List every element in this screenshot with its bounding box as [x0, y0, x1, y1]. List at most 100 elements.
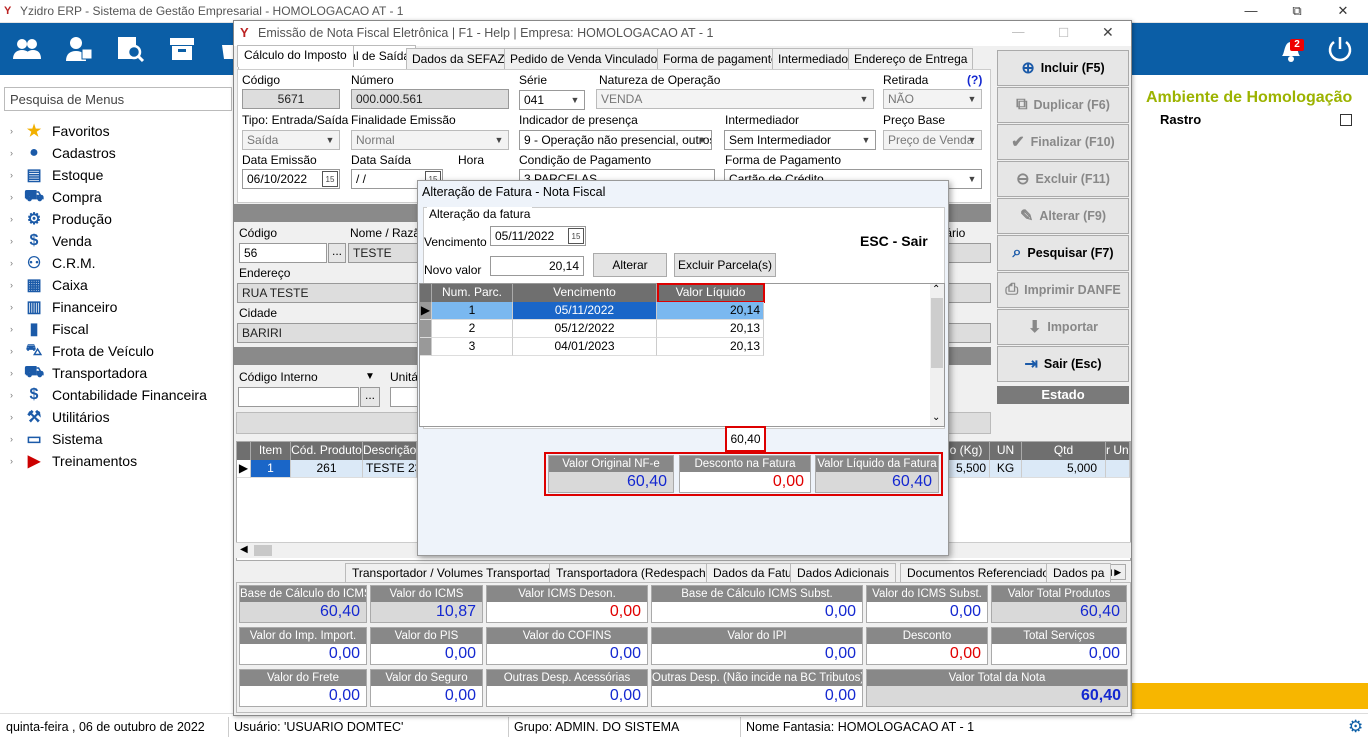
side-button-excluir-f11[interactable]: ⊖ Excluir (F11)	[997, 161, 1129, 197]
scroll-thumb[interactable]	[931, 298, 943, 368]
scroll-down-icon[interactable]: ⌄	[932, 412, 940, 423]
retirada-select[interactable]: NÃO ▼	[883, 89, 982, 109]
qtd-header[interactable]: Qtd	[1022, 442, 1106, 460]
parcela-valor-cell[interactable]: 20,13	[657, 338, 764, 356]
side-button-duplicar-f6[interactable]: ⧉ Duplicar (F6)	[997, 87, 1129, 123]
item-header[interactable]: Item	[251, 442, 291, 460]
grid-indicator-header[interactable]	[237, 442, 251, 460]
parcela-valor-cell[interactable]: 20,14	[657, 302, 764, 320]
search-document-icon[interactable]	[115, 35, 145, 63]
side-button-sair-esc[interactable]: ⇥ Sair (Esc)	[997, 346, 1129, 382]
tab-pedido-venda[interactable]: Pedido de Venda Vinculado	[504, 48, 664, 69]
un-header[interactable]: UN	[990, 442, 1022, 460]
finalidade-select[interactable]: Normal ▼	[351, 130, 509, 150]
side-button-alterar-f9[interactable]: ✎ Alterar (F9)	[997, 198, 1129, 234]
settings-gear-icon[interactable]: ⚙	[1348, 717, 1363, 737]
dialog-maximize-button[interactable]: ☐	[1058, 25, 1069, 40]
side-button-incluir-f5[interactable]: ⊕ Incluir (F5)	[997, 50, 1129, 86]
bottom-tab-4[interactable]: Dados Adicionais	[790, 563, 897, 582]
parcela-num-cell[interactable]: 2	[432, 320, 513, 338]
desconto-fatura-value[interactable]: 0,00	[680, 472, 810, 492]
grid-cell-un[interactable]: KG	[990, 460, 1022, 478]
produto-browse-button[interactable]: ...	[360, 387, 380, 407]
menu-item-contabilidade-financeira[interactable]: › $ Contabilidade Financeira	[10, 385, 207, 405]
tab-endereco-entrega[interactable]: Endereço de Entrega	[848, 48, 974, 69]
preco-select[interactable]: Preço de Venda ▼	[883, 130, 982, 150]
menu-item-treinamentos[interactable]: › ▶ Treinamentos	[10, 451, 137, 471]
serie-select[interactable]: 041 ▼	[519, 90, 585, 110]
parcela-num-cell[interactable]: 3	[432, 338, 513, 356]
calendar-icon[interactable]: 15	[568, 228, 584, 244]
intermediador-select[interactable]: Sem Intermediador ▼	[724, 130, 876, 150]
preco-unit-header[interactable]: r Uni	[1106, 442, 1130, 460]
novo-valor-field[interactable]: 20,14	[490, 256, 584, 276]
users-icon[interactable]	[12, 35, 42, 63]
grid-cell-cod[interactable]: 261	[291, 460, 363, 478]
bottom-tab-2[interactable]: Transportadora (Redespacho)	[549, 563, 724, 582]
menu-item-transportadora[interactable]: › ⛟ Transportadora	[10, 363, 147, 383]
parcela-venc-cell[interactable]: 05/11/2022	[513, 302, 657, 320]
total-value[interactable]: 0,00	[240, 686, 366, 706]
menu-item-c-r-m-[interactable]: › ⚇ C.R.M.	[10, 253, 96, 273]
chevron-down-icon[interactable]: ▼	[365, 371, 375, 382]
parcela-header-1[interactable]: Vencimento	[513, 284, 657, 302]
menu-item-compra[interactable]: › ⛟ Compra	[10, 187, 102, 207]
grid-cell-qtd[interactable]: 5,000	[1022, 460, 1106, 478]
emissao-date-field[interactable]: 06/10/2022 15	[242, 169, 340, 189]
parcela-header-0[interactable]: Num. Parc.	[432, 284, 513, 302]
codigo-interno-field[interactable]	[238, 387, 359, 407]
alterar-button[interactable]: Alterar	[593, 253, 667, 277]
natureza-select[interactable]: VENDA ▼	[596, 89, 874, 109]
grid-cell-descricao[interactable]: TESTE 23	[363, 460, 417, 478]
menu-item-caixa[interactable]: › ▦ Caixa	[10, 275, 88, 295]
parcela-venc-cell[interactable]: 04/01/2023	[513, 338, 657, 356]
grid-cell-preco[interactable]	[1106, 460, 1130, 478]
help-link[interactable]: (?)	[967, 73, 982, 87]
bottom-tab-6[interactable]: Dados pa	[1046, 563, 1112, 582]
side-button-importar[interactable]: ⬇ Importar	[997, 309, 1129, 345]
side-button-finalizar-f10[interactable]: ✔ Finalizar (F10)	[997, 124, 1129, 160]
close-app-button[interactable]: ✕	[1320, 0, 1366, 23]
scroll-left-icon[interactable]: ◀	[240, 544, 248, 555]
tab-forma-pagamento[interactable]: Forma de pagamento	[657, 48, 784, 69]
bottom-tab-1[interactable]: Transportador / Volumes Transportados	[345, 563, 570, 582]
excluir-parcela-button[interactable]: Excluir Parcela(s)	[674, 253, 776, 277]
vencimento-date-field[interactable]: 05/11/2022 15	[490, 226, 586, 246]
menu-item-frota-de-ve-culo[interactable]: › ⛍ Frota de Veículo	[10, 341, 154, 361]
menu-item-estoque[interactable]: › ▤ Estoque	[10, 165, 103, 185]
cod-produto-header[interactable]: Cód. Produto	[291, 442, 363, 460]
menu-item-fiscal[interactable]: › ▮ Fiscal	[10, 319, 89, 339]
menu-item-financeiro[interactable]: › ▥ Financeiro	[10, 297, 117, 317]
tab-intermediador[interactable]: Intermediador	[772, 48, 859, 69]
cliente-codigo-field[interactable]: 56	[239, 243, 327, 263]
user-card-icon[interactable]	[64, 35, 94, 63]
side-button-imprimir-danfe[interactable]: ⎙ Imprimir DANFE	[997, 272, 1129, 308]
descricao-header[interactable]: Descrição	[363, 442, 417, 460]
parcela-num-cell[interactable]: 1	[432, 302, 513, 320]
menu-item-sistema[interactable]: › ▭ Sistema	[10, 429, 103, 449]
menu-item-favoritos[interactable]: › ★ Favoritos	[10, 121, 110, 141]
unitario-field[interactable]	[390, 387, 418, 407]
calendar-icon[interactable]: 15	[322, 171, 338, 187]
power-icon[interactable]	[1325, 35, 1355, 63]
menu-item-venda[interactable]: › $ Venda	[10, 231, 92, 251]
menu-search-input[interactable]: Pesquisa de Menus	[4, 87, 232, 111]
menu-item-utilit-rios[interactable]: › ⚒ Utilitários	[10, 407, 110, 427]
archive-box-icon[interactable]	[167, 35, 197, 63]
restore-button[interactable]: ⧉	[1274, 0, 1320, 23]
cliente-browse-button[interactable]: ...	[328, 243, 346, 263]
parcelas-vscrollbar[interactable]: ⌃ ⌄	[930, 284, 944, 426]
total-value[interactable]: 0,00	[487, 686, 647, 706]
rastro-checkbox[interactable]	[1340, 114, 1352, 126]
peso-header[interactable]: o (Kg)	[943, 442, 990, 460]
total-value[interactable]: 0,00	[652, 686, 862, 706]
parcela-venc-cell[interactable]: 05/12/2022	[513, 320, 657, 338]
parcela-valor-cell[interactable]: 20,13	[657, 320, 764, 338]
tipo-select[interactable]: Saída ▼	[242, 130, 340, 150]
presenca-select[interactable]: 9 - Operação não presencial, outros ▼	[519, 130, 712, 150]
scroll-up-icon[interactable]: ⌃	[932, 284, 940, 295]
scroll-thumb[interactable]	[254, 545, 272, 556]
menu-item-produ-o[interactable]: › ⚙ Produção	[10, 209, 112, 229]
tab-dados-sefaz[interactable]: Dados da SEFAZ	[406, 48, 511, 69]
grid-cell-item[interactable]: 1	[251, 460, 291, 478]
